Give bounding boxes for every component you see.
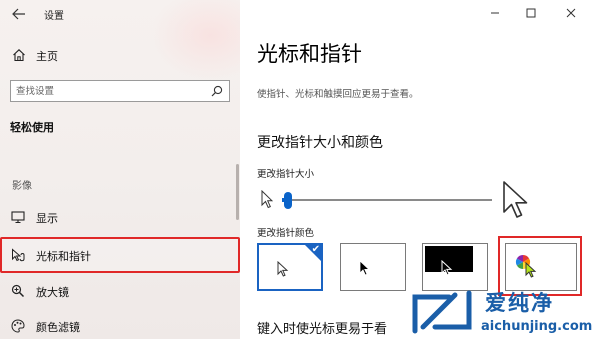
sidebar-item-home[interactable]: 主页 [0,44,240,66]
section-heading-size-color: 更改指针大小和颜色 [257,135,383,151]
maximize-icon [526,8,536,18]
maximize-button[interactable] [516,2,546,24]
sidebar-item-label: 主页 [36,50,58,63]
sidebar-item-label: 放大镜 [36,286,69,299]
brand-url: aichunjing.com [481,319,593,334]
slider-thumb[interactable] [284,192,292,209]
pointer-size-slider[interactable] [258,186,498,216]
color-option-black[interactable] [340,243,406,291]
page-description: 使指针、光标和触摸回应更易于查看。 [257,89,419,100]
back-button[interactable] [8,4,30,24]
slider-track[interactable] [282,199,492,201]
magnifier-icon [11,284,25,298]
sidebar-item-label: 光标和指针 [36,250,91,263]
pointer-color-label: 更改指针颜色 [257,228,315,239]
minimize-icon [491,12,499,14]
black-cursor-icon [359,260,371,276]
search-input[interactable] [16,84,201,98]
section-title: 轻松使用 [10,121,54,134]
window-controls [480,0,600,28]
color-option-inverted[interactable] [422,243,488,291]
page-title: 光标和指针 [257,42,362,66]
palette-icon [11,319,25,333]
white-cursor-icon [277,261,289,277]
arrow-left-icon [12,8,25,20]
inverted-cursor-icon [441,260,453,276]
title-bar: 设置 [0,0,240,28]
settings-sidebar: 设置 主页 轻松使用 影像 显示 光标和指针 [0,0,240,339]
search-box[interactable] [10,80,230,102]
sidebar-item-display[interactable]: 显示 [0,202,240,232]
color-option-white[interactable]: ✔ [257,243,323,291]
sidebar-item-label: 显示 [36,212,58,225]
group-label: 影像 [12,181,32,192]
close-icon [566,8,576,18]
section-heading-text-cursor: 键入时使光标更易于看 [257,322,388,337]
app-title: 设置 [44,11,64,22]
pointer-size-label: 更改指针大小 [257,169,315,180]
large-cursor-icon [503,181,528,218]
sidebar-scrollbar[interactable] [236,164,239,220]
pointer-icon [12,248,25,262]
sidebar-item-label: 颜色滤镜 [36,321,80,334]
watermark-logo: 爱纯净 aichunjing.com [405,285,600,339]
sidebar-item-cursor-and-pointer[interactable]: 光标和指针 [0,237,240,273]
small-cursor-icon [261,190,273,209]
green-cursor-icon [525,262,537,278]
monitor-icon [11,211,25,224]
close-button[interactable] [556,2,586,24]
brand-name: 爱纯净 [485,291,554,315]
home-icon [13,49,25,62]
sidebar-item-magnifier[interactable]: 放大镜 [0,276,240,306]
brand-logo-icon [412,290,472,334]
minimize-button[interactable] [480,2,510,24]
sidebar-item-color-filters[interactable]: 颜色滤镜 [0,311,240,339]
color-option-custom[interactable] [505,243,577,291]
checkmark-icon: ✔ [311,244,320,255]
search-icon[interactable] [211,85,223,97]
